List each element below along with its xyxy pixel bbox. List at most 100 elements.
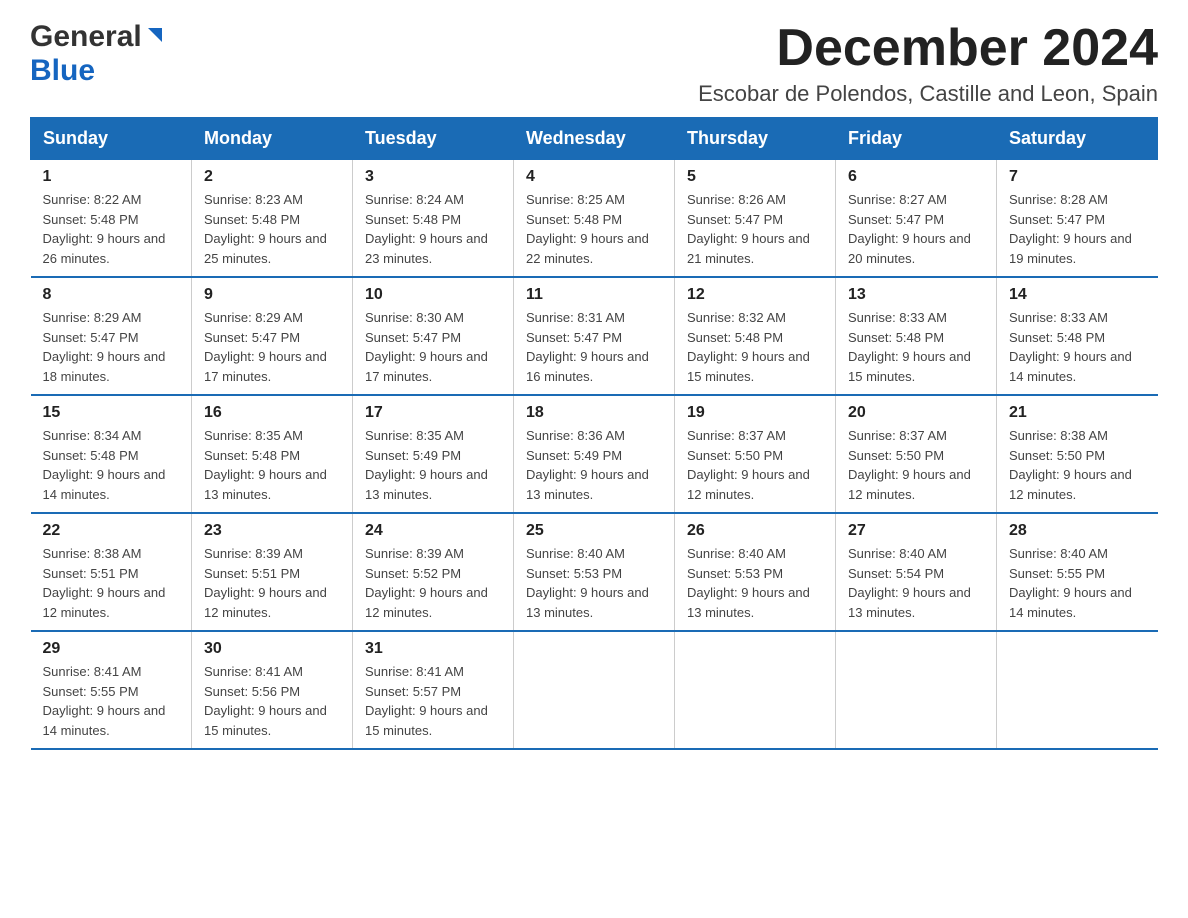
day-number: 9 [204, 286, 340, 304]
day-number: 21 [1009, 404, 1146, 422]
day-info: Sunrise: 8:32 AM Sunset: 5:48 PM Dayligh… [687, 308, 823, 386]
day-info: Sunrise: 8:29 AM Sunset: 5:47 PM Dayligh… [204, 308, 340, 386]
day-number: 15 [43, 404, 180, 422]
logo-blue-text: Blue [30, 54, 95, 87]
calendar-cell: 1 Sunrise: 8:22 AM Sunset: 5:48 PM Dayli… [31, 160, 192, 278]
calendar-cell [514, 631, 675, 749]
calendar-week-row: 8 Sunrise: 8:29 AM Sunset: 5:47 PM Dayli… [31, 277, 1158, 395]
calendar-cell: 28 Sunrise: 8:40 AM Sunset: 5:55 PM Dayl… [997, 513, 1158, 631]
calendar-cell: 6 Sunrise: 8:27 AM Sunset: 5:47 PM Dayli… [836, 160, 997, 278]
day-number: 24 [365, 522, 501, 540]
day-info: Sunrise: 8:41 AM Sunset: 5:57 PM Dayligh… [365, 662, 501, 740]
calendar-cell: 8 Sunrise: 8:29 AM Sunset: 5:47 PM Dayli… [31, 277, 192, 395]
day-info: Sunrise: 8:22 AM Sunset: 5:48 PM Dayligh… [43, 190, 180, 268]
calendar-cell: 9 Sunrise: 8:29 AM Sunset: 5:47 PM Dayli… [192, 277, 353, 395]
day-info: Sunrise: 8:33 AM Sunset: 5:48 PM Dayligh… [1009, 308, 1146, 386]
day-info: Sunrise: 8:38 AM Sunset: 5:51 PM Dayligh… [43, 544, 180, 622]
day-number: 31 [365, 640, 501, 658]
day-info: Sunrise: 8:35 AM Sunset: 5:48 PM Dayligh… [204, 426, 340, 504]
day-info: Sunrise: 8:37 AM Sunset: 5:50 PM Dayligh… [687, 426, 823, 504]
day-number: 26 [687, 522, 823, 540]
calendar-cell: 18 Sunrise: 8:36 AM Sunset: 5:49 PM Dayl… [514, 395, 675, 513]
day-number: 2 [204, 168, 340, 186]
calendar-cell: 11 Sunrise: 8:31 AM Sunset: 5:47 PM Dayl… [514, 277, 675, 395]
day-info: Sunrise: 8:25 AM Sunset: 5:48 PM Dayligh… [526, 190, 662, 268]
day-number: 29 [43, 640, 180, 658]
day-info: Sunrise: 8:38 AM Sunset: 5:50 PM Dayligh… [1009, 426, 1146, 504]
day-info: Sunrise: 8:23 AM Sunset: 5:48 PM Dayligh… [204, 190, 340, 268]
location-subtitle: Escobar de Polendos, Castille and Leon, … [698, 81, 1158, 107]
calendar-cell [675, 631, 836, 749]
calendar-cell: 23 Sunrise: 8:39 AM Sunset: 5:51 PM Dayl… [192, 513, 353, 631]
day-number: 13 [848, 286, 984, 304]
day-number: 17 [365, 404, 501, 422]
calendar-cell: 19 Sunrise: 8:37 AM Sunset: 5:50 PM Dayl… [675, 395, 836, 513]
calendar-table: SundayMondayTuesdayWednesdayThursdayFrid… [30, 117, 1158, 750]
day-number: 1 [43, 168, 180, 186]
day-info: Sunrise: 8:37 AM Sunset: 5:50 PM Dayligh… [848, 426, 984, 504]
day-info: Sunrise: 8:41 AM Sunset: 5:56 PM Dayligh… [204, 662, 340, 740]
day-header-wednesday: Wednesday [514, 118, 675, 160]
day-info: Sunrise: 8:35 AM Sunset: 5:49 PM Dayligh… [365, 426, 501, 504]
day-number: 30 [204, 640, 340, 658]
day-info: Sunrise: 8:24 AM Sunset: 5:48 PM Dayligh… [365, 190, 501, 268]
title-area: December 2024 Escobar de Polendos, Casti… [698, 20, 1158, 107]
day-number: 12 [687, 286, 823, 304]
calendar-cell: 31 Sunrise: 8:41 AM Sunset: 5:57 PM Dayl… [353, 631, 514, 749]
calendar-cell: 15 Sunrise: 8:34 AM Sunset: 5:48 PM Dayl… [31, 395, 192, 513]
day-number: 3 [365, 168, 501, 186]
day-number: 8 [43, 286, 180, 304]
calendar-cell: 10 Sunrise: 8:30 AM Sunset: 5:47 PM Dayl… [353, 277, 514, 395]
day-info: Sunrise: 8:30 AM Sunset: 5:47 PM Dayligh… [365, 308, 501, 386]
day-header-monday: Monday [192, 118, 353, 160]
day-number: 22 [43, 522, 180, 540]
calendar-cell: 24 Sunrise: 8:39 AM Sunset: 5:52 PM Dayl… [353, 513, 514, 631]
calendar-cell: 21 Sunrise: 8:38 AM Sunset: 5:50 PM Dayl… [997, 395, 1158, 513]
calendar-cell: 27 Sunrise: 8:40 AM Sunset: 5:54 PM Dayl… [836, 513, 997, 631]
logo: General Blue [30, 20, 166, 88]
day-info: Sunrise: 8:33 AM Sunset: 5:48 PM Dayligh… [848, 308, 984, 386]
day-info: Sunrise: 8:27 AM Sunset: 5:47 PM Dayligh… [848, 190, 984, 268]
day-number: 7 [1009, 168, 1146, 186]
calendar-cell: 3 Sunrise: 8:24 AM Sunset: 5:48 PM Dayli… [353, 160, 514, 278]
day-number: 16 [204, 404, 340, 422]
day-info: Sunrise: 8:34 AM Sunset: 5:48 PM Dayligh… [43, 426, 180, 504]
day-header-sunday: Sunday [31, 118, 192, 160]
calendar-cell: 16 Sunrise: 8:35 AM Sunset: 5:48 PM Dayl… [192, 395, 353, 513]
calendar-cell [836, 631, 997, 749]
day-info: Sunrise: 8:39 AM Sunset: 5:52 PM Dayligh… [365, 544, 501, 622]
day-number: 14 [1009, 286, 1146, 304]
calendar-cell: 29 Sunrise: 8:41 AM Sunset: 5:55 PM Dayl… [31, 631, 192, 749]
day-header-saturday: Saturday [997, 118, 1158, 160]
month-title: December 2024 [698, 20, 1158, 77]
day-number: 27 [848, 522, 984, 540]
day-info: Sunrise: 8:31 AM Sunset: 5:47 PM Dayligh… [526, 308, 662, 386]
calendar-cell: 17 Sunrise: 8:35 AM Sunset: 5:49 PM Dayl… [353, 395, 514, 513]
calendar-cell: 5 Sunrise: 8:26 AM Sunset: 5:47 PM Dayli… [675, 160, 836, 278]
day-number: 25 [526, 522, 662, 540]
calendar-cell: 14 Sunrise: 8:33 AM Sunset: 5:48 PM Dayl… [997, 277, 1158, 395]
day-number: 6 [848, 168, 984, 186]
day-number: 28 [1009, 522, 1146, 540]
calendar-cell: 2 Sunrise: 8:23 AM Sunset: 5:48 PM Dayli… [192, 160, 353, 278]
day-info: Sunrise: 8:40 AM Sunset: 5:53 PM Dayligh… [526, 544, 662, 622]
calendar-cell: 20 Sunrise: 8:37 AM Sunset: 5:50 PM Dayl… [836, 395, 997, 513]
day-number: 5 [687, 168, 823, 186]
calendar-cell: 12 Sunrise: 8:32 AM Sunset: 5:48 PM Dayl… [675, 277, 836, 395]
calendar-cell: 25 Sunrise: 8:40 AM Sunset: 5:53 PM Dayl… [514, 513, 675, 631]
calendar-cell: 13 Sunrise: 8:33 AM Sunset: 5:48 PM Dayl… [836, 277, 997, 395]
day-info: Sunrise: 8:26 AM Sunset: 5:47 PM Dayligh… [687, 190, 823, 268]
calendar-cell: 22 Sunrise: 8:38 AM Sunset: 5:51 PM Dayl… [31, 513, 192, 631]
day-number: 19 [687, 404, 823, 422]
day-number: 18 [526, 404, 662, 422]
calendar-week-row: 15 Sunrise: 8:34 AM Sunset: 5:48 PM Dayl… [31, 395, 1158, 513]
day-info: Sunrise: 8:40 AM Sunset: 5:53 PM Dayligh… [687, 544, 823, 622]
day-number: 23 [204, 522, 340, 540]
calendar-cell [997, 631, 1158, 749]
calendar-cell: 30 Sunrise: 8:41 AM Sunset: 5:56 PM Dayl… [192, 631, 353, 749]
day-header-tuesday: Tuesday [353, 118, 514, 160]
calendar-cell: 26 Sunrise: 8:40 AM Sunset: 5:53 PM Dayl… [675, 513, 836, 631]
day-info: Sunrise: 8:40 AM Sunset: 5:55 PM Dayligh… [1009, 544, 1146, 622]
logo-general-text: General [30, 20, 142, 54]
day-info: Sunrise: 8:29 AM Sunset: 5:47 PM Dayligh… [43, 308, 180, 386]
